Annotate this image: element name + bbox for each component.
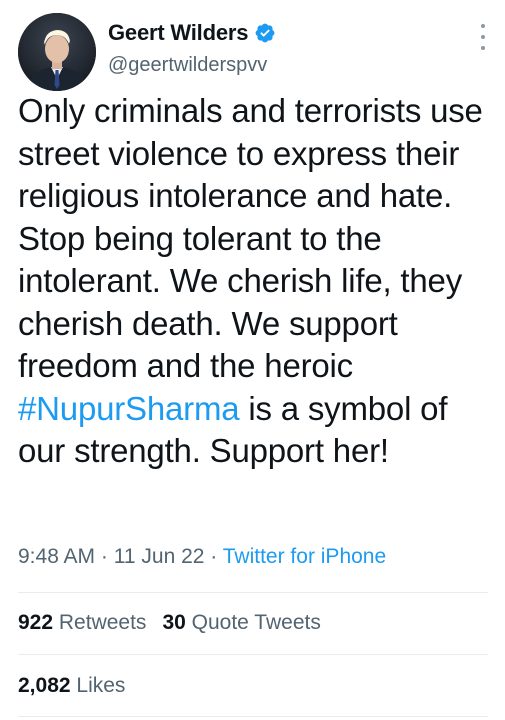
likes-stat[interactable]: 2,082 Likes — [18, 674, 125, 697]
quotes-count: 30 — [162, 611, 186, 634]
avatar[interactable] — [18, 13, 96, 91]
tweet-text: Only criminals and terrorists use street… — [18, 90, 493, 473]
author-display-name[interactable]: Geert Wilders — [108, 20, 248, 46]
profile-photo-icon — [18, 13, 96, 91]
tweet-text-segment: Only criminals and terrorists use street… — [18, 92, 483, 384]
retweet-stats-row: 922 Retweets 30 Quote Tweets — [18, 611, 321, 635]
tweet-source-link[interactable]: Twitter for iPhone — [223, 545, 386, 568]
quotes-label: Quote Tweets — [191, 611, 321, 634]
more-options-icon[interactable] — [478, 24, 488, 50]
meta-separator: · — [100, 545, 108, 568]
tweet-meta: 9:48 AM · 11 Jun 22 · Twitter for iPhone — [18, 545, 386, 569]
meta-separator: · — [210, 545, 218, 568]
author-handle[interactable]: @geertwilderspvv — [108, 54, 267, 77]
likes-count: 2,082 — [18, 674, 71, 697]
more-dot — [481, 24, 485, 28]
likes-stats-row: 2,082 Likes — [18, 674, 125, 698]
divider — [18, 654, 488, 655]
more-dot — [481, 46, 485, 50]
author-name-row: Geert Wilders — [108, 20, 276, 46]
tweet-date[interactable]: 11 Jun 22 — [114, 545, 205, 568]
hashtag-link[interactable]: #NupurSharma — [18, 390, 240, 427]
tweet-header: Geert Wilders @geertwilderspvv — [14, 10, 494, 91]
verified-badge-icon — [254, 22, 276, 44]
retweets-count: 922 — [18, 611, 54, 634]
tweet-time[interactable]: 9:48 AM — [18, 545, 95, 568]
retweets-label: Retweets — [58, 611, 147, 634]
quote-tweets-stat[interactable]: 30 Quote Tweets — [162, 611, 320, 634]
divider — [18, 716, 488, 717]
likes-label: Likes — [76, 674, 126, 697]
retweets-stat[interactable]: 922 Retweets — [18, 611, 146, 634]
more-dot — [481, 35, 485, 39]
divider — [18, 592, 488, 593]
